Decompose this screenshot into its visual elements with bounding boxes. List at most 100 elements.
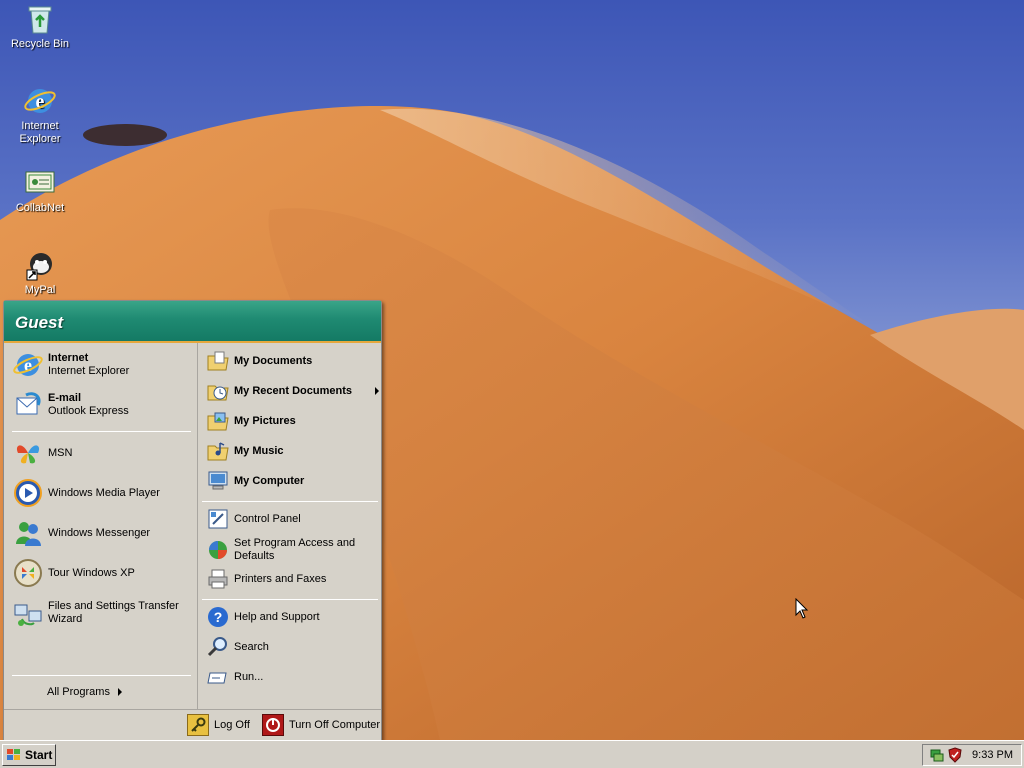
program-item-transfer-wizard[interactable]: Files and Settings Transfer Wizard: [12, 597, 179, 629]
divider: [12, 431, 191, 432]
program-label: Windows Media Player: [48, 486, 160, 499]
desktop-icon-label: CollabNet: [15, 202, 65, 214]
transfer-wizard-icon: [12, 597, 44, 629]
my-music-icon: [206, 439, 230, 463]
printer-icon: [206, 567, 230, 591]
divider: [202, 599, 378, 600]
start-menu-header: Guest: [4, 301, 381, 343]
my-computer-icon: [206, 469, 230, 493]
program-label: Windows Messenger: [48, 526, 151, 539]
clock[interactable]: 9:33 PM: [972, 749, 1013, 761]
mypal-icon: [23, 248, 57, 282]
msn-butterfly-icon: [12, 437, 44, 469]
start-menu: Guest e Internet Internet Explorer E-mai…: [3, 300, 382, 741]
pinned-subtitle: Outlook Express: [48, 405, 129, 417]
place-my-recent-documents[interactable]: My Recent Documents: [206, 379, 352, 403]
log-off-label: Log Off: [214, 719, 250, 731]
log-off-button[interactable]: Log Off: [187, 714, 250, 736]
network-tray-icon[interactable]: [929, 747, 945, 766]
my-documents-icon: [206, 349, 230, 373]
search-icon: [206, 635, 230, 659]
pinned-item-email[interactable]: E-mail Outlook Express: [12, 389, 129, 421]
pinned-item-internet[interactable]: e Internet Internet Explorer: [12, 349, 129, 381]
program-item-media-player[interactable]: Windows Media Player: [12, 477, 160, 509]
place-label: My Computer: [234, 474, 305, 487]
place-my-computer[interactable]: My Computer: [206, 469, 304, 493]
power-icon: [262, 714, 284, 736]
divider: [202, 501, 378, 502]
program-item-messenger[interactable]: Windows Messenger: [12, 517, 150, 549]
start-menu-right-pane: My Documents My Recent Documents My Pict…: [197, 343, 381, 709]
desktop-icon-label: Internet Explorer: [19, 120, 61, 145]
pinned-subtitle: Internet Explorer: [48, 365, 130, 377]
start-menu-left-pane: e Internet Internet Explorer E-mail Outl…: [4, 343, 197, 709]
desktop-icon-collabnet[interactable]: CollabNet: [2, 166, 78, 215]
tool-run[interactable]: Run...: [206, 665, 263, 689]
tool-label: Help and Support: [234, 610, 320, 623]
user-name: Guest: [15, 313, 64, 332]
recent-documents-icon: [206, 379, 230, 403]
internet-explorer-icon: e: [12, 349, 44, 381]
turn-off-label: Turn Off Computer: [289, 719, 381, 731]
internet-explorer-icon: e: [23, 84, 57, 118]
my-pictures-icon: [206, 409, 230, 433]
place-my-documents[interactable]: My Documents: [206, 349, 312, 373]
outlook-express-icon: [12, 389, 44, 421]
svg-text:?: ?: [214, 609, 223, 625]
run-icon: [206, 665, 230, 689]
program-access-icon: [206, 538, 230, 562]
tool-label: Search: [234, 640, 269, 653]
program-label: MSN: [48, 446, 73, 459]
tool-search[interactable]: Search: [206, 635, 269, 659]
pinned-title: E-mail: [48, 392, 82, 404]
tool-help-support[interactable]: ? Help and Support: [206, 605, 320, 629]
settings-printers-faxes[interactable]: Printers and Faxes: [206, 567, 326, 591]
place-label: My Pictures: [234, 414, 296, 427]
taskbar: Start 9:33 PM: [0, 740, 1024, 768]
media-player-icon: [12, 477, 44, 509]
place-label: My Music: [234, 444, 284, 457]
help-icon: ?: [206, 605, 230, 629]
recycle-bin-icon: [23, 2, 57, 36]
system-tray: 9:33 PM: [922, 744, 1022, 766]
all-programs-label: All Programs: [47, 686, 110, 698]
start-label: Start: [25, 748, 53, 762]
windows-flag-icon: [6, 748, 22, 762]
settings-program-access[interactable]: Set Program Access and Defaults: [206, 537, 355, 563]
desktop-icon-internet-explorer[interactable]: e Internet Explorer: [2, 84, 78, 146]
desktop-icon-label: MyPal: [24, 284, 56, 296]
arrow-right-icon: [375, 387, 379, 395]
program-item-msn[interactable]: MSN: [12, 437, 72, 469]
program-item-tour[interactable]: Tour Windows XP: [12, 557, 135, 589]
desktop-icon-recycle-bin[interactable]: Recycle Bin: [2, 2, 78, 51]
control-panel-icon: [206, 507, 230, 531]
program-label: Tour Windows XP: [48, 566, 135, 579]
start-button[interactable]: Start: [2, 744, 56, 766]
settings-control-panel[interactable]: Control Panel: [206, 507, 301, 531]
settings-label: Control Panel: [234, 512, 301, 525]
tool-label: Run...: [234, 670, 264, 683]
start-menu-footer: Log Off Turn Off Computer: [4, 709, 381, 740]
arrow-right-icon: [118, 688, 122, 696]
divider: [12, 675, 191, 676]
collabnet-icon: [23, 166, 57, 200]
place-my-music[interactable]: My Music: [206, 439, 284, 463]
program-label: Wizard: [48, 613, 83, 625]
security-shield-icon[interactable]: [947, 747, 963, 766]
settings-label: Printers and Faxes: [234, 572, 327, 585]
turn-off-button[interactable]: Turn Off Computer: [262, 714, 380, 736]
settings-label: Defaults: [234, 550, 275, 562]
place-label: My Recent Documents: [234, 384, 352, 397]
messenger-icon: [12, 517, 44, 549]
desktop-icon-mypal[interactable]: MyPal: [2, 248, 78, 297]
place-label: My Documents: [234, 354, 313, 367]
mouse-cursor-icon: [795, 597, 809, 623]
key-icon: [187, 714, 209, 736]
settings-label: Set Program Access and: [234, 537, 356, 549]
all-programs-button[interactable]: All Programs: [47, 686, 110, 698]
place-my-pictures[interactable]: My Pictures: [206, 409, 296, 433]
program-label: Files and Settings Transfer: [48, 600, 179, 612]
desktop-icon-label: Recycle Bin: [10, 38, 70, 50]
pinned-title: Internet: [48, 352, 89, 364]
tour-icon: [12, 557, 44, 589]
